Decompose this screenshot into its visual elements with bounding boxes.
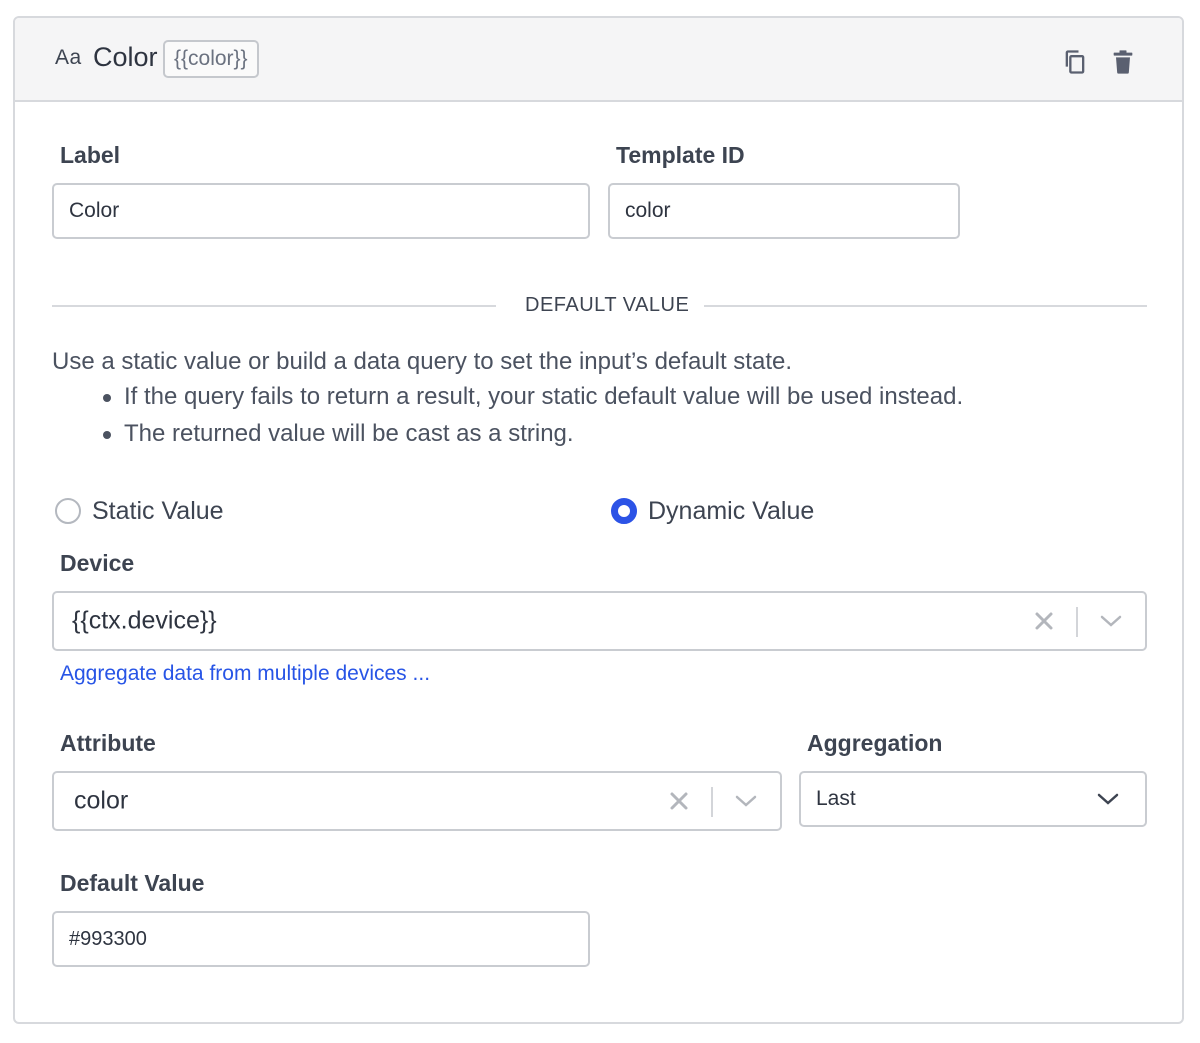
label-input[interactable] [52, 183, 590, 239]
attribute-select[interactable]: color [52, 771, 782, 831]
clear-icon[interactable] [668, 790, 690, 812]
divider-right [704, 305, 1147, 307]
default-value-notes: If the query fails to return a result, y… [103, 378, 963, 452]
radio-button-unchecked[interactable] [55, 498, 81, 524]
device-select-value: {{ctx.device}} [72, 606, 217, 635]
default-value-description: Use a static value or build a data query… [52, 348, 793, 375]
select-separator [711, 787, 713, 817]
divider-left [52, 305, 496, 307]
default-value-heading: DEFAULT VALUE [525, 294, 690, 316]
template-id-input[interactable] [608, 183, 960, 239]
aggregate-devices-link[interactable]: Aggregate data from multiple devices ... [60, 662, 430, 686]
text-type-icon: Aa [55, 46, 82, 69]
radio-dynamic-label: Dynamic Value [648, 496, 815, 525]
radio-button-checked[interactable] [611, 498, 637, 524]
aggregation-field-label: Aggregation [807, 730, 943, 756]
radio-dynamic-value[interactable]: Dynamic Value [611, 494, 814, 528]
attribute-input-card: Aa Color {{color}} Label Template ID DEF… [13, 16, 1184, 1024]
device-select[interactable]: {{ctx.device}} [52, 591, 1147, 651]
radio-static-value[interactable]: Static Value [55, 494, 224, 528]
card-header: Aa Color {{color}} [15, 18, 1182, 102]
default-value-field-label: Default Value [60, 870, 205, 896]
device-field-label: Device [60, 550, 135, 576]
note-item: The returned value will be cast as a str… [103, 415, 963, 452]
card-title: Color [93, 42, 158, 72]
clear-icon[interactable] [1033, 610, 1055, 632]
default-value-input[interactable] [52, 911, 590, 967]
copy-icon[interactable] [1061, 48, 1089, 76]
aggregation-select[interactable]: Last [799, 771, 1147, 827]
chevron-down-icon[interactable] [1097, 792, 1119, 806]
attribute-field-label: Attribute [60, 730, 156, 756]
trash-icon[interactable] [1109, 48, 1137, 76]
template-id-badge: {{color}} [163, 40, 259, 78]
select-separator [1076, 607, 1078, 637]
template-id-field-label: Template ID [616, 142, 745, 168]
label-field-label: Label [60, 142, 121, 168]
attribute-select-value: color [74, 786, 129, 815]
chevron-down-icon[interactable] [735, 794, 757, 808]
radio-static-label: Static Value [92, 496, 224, 525]
aggregation-select-value: Last [816, 787, 856, 810]
note-item: If the query fails to return a result, y… [103, 378, 963, 415]
chevron-down-icon[interactable] [1100, 614, 1122, 628]
